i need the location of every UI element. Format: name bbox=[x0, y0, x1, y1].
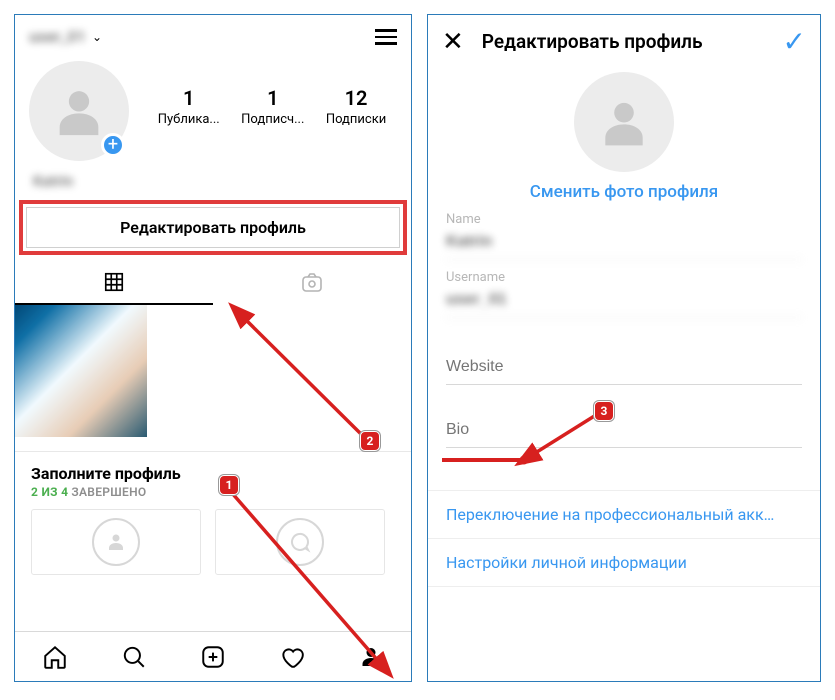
personal-info-link[interactable]: Настройки личной информации bbox=[428, 539, 820, 587]
chevron-down-icon: ⌄ bbox=[92, 30, 102, 44]
completion-count: 2 ИЗ 4 bbox=[31, 485, 68, 499]
username-field[interactable] bbox=[446, 285, 802, 318]
bottom-nav bbox=[15, 631, 411, 681]
completion-title: Заполните профиль bbox=[31, 464, 395, 483]
change-photo-link[interactable]: Сменить фото профиля bbox=[428, 182, 820, 202]
edit-header: ✕ Редактировать профиль ✓ bbox=[428, 15, 820, 66]
post-thumbnail[interactable] bbox=[15, 305, 147, 437]
close-icon[interactable]: ✕ bbox=[442, 29, 464, 55]
tab-tagged[interactable] bbox=[213, 261, 411, 305]
search-icon bbox=[121, 644, 147, 670]
tagged-icon bbox=[300, 271, 324, 295]
edit-header-title: Редактировать профиль bbox=[482, 30, 765, 53]
add-story-icon[interactable]: + bbox=[101, 133, 125, 157]
grid-icon bbox=[103, 271, 125, 293]
name-label: Name bbox=[446, 212, 802, 227]
username-label: Username bbox=[446, 270, 802, 285]
heart-icon bbox=[279, 644, 305, 670]
username-switcher[interactable]: user_01 ⌄ bbox=[29, 27, 102, 46]
stat-followers[interactable]: 1 Подписч... bbox=[241, 86, 304, 127]
profile-icon bbox=[359, 645, 383, 669]
profile-screen: user_01 ⌄ + 1 Публика... 1 Подписч... 12… bbox=[14, 14, 412, 682]
nav-home[interactable] bbox=[15, 632, 94, 681]
suggestion-card[interactable] bbox=[215, 509, 385, 575]
stat-following[interactable]: 12 Подписки bbox=[326, 86, 386, 127]
name-field[interactable] bbox=[446, 227, 802, 260]
annotation-badge-1: 1 bbox=[219, 475, 239, 495]
profile-completion: Заполните профиль 2 ИЗ 4 ЗАВЕРШЕНО bbox=[15, 451, 411, 585]
person-icon bbox=[104, 530, 128, 554]
edit-avatar[interactable] bbox=[574, 72, 674, 172]
switch-pro-link[interactable]: Переключение на профессиональный акк… bbox=[428, 490, 820, 539]
annotation-badge-3: 3 bbox=[594, 401, 614, 421]
profile-header: user_01 ⌄ bbox=[15, 15, 411, 55]
display-name: Katrin bbox=[33, 172, 73, 190]
edit-profile-screen: ✕ Редактировать профиль ✓ Сменить фото п… bbox=[427, 14, 821, 682]
completion-label: ЗАВЕРШЕНО bbox=[71, 485, 146, 499]
create-icon bbox=[200, 644, 226, 670]
annotation-badge-2: 2 bbox=[360, 431, 380, 451]
person-icon bbox=[50, 82, 108, 140]
suggestion-card[interactable] bbox=[31, 509, 201, 575]
nav-search[interactable] bbox=[94, 632, 173, 681]
chat-icon bbox=[288, 530, 312, 554]
nav-activity[interactable] bbox=[253, 632, 332, 681]
tab-grid[interactable] bbox=[15, 261, 213, 305]
menu-icon[interactable] bbox=[375, 25, 397, 49]
posts-grid bbox=[15, 305, 411, 437]
person-icon bbox=[596, 94, 652, 150]
profile-tabs bbox=[15, 261, 411, 305]
home-icon bbox=[42, 644, 68, 670]
edit-profile-highlight: Редактировать профиль bbox=[19, 200, 407, 255]
bio-field[interactable] bbox=[446, 415, 802, 448]
website-field[interactable] bbox=[446, 352, 802, 385]
edit-profile-button[interactable]: Редактировать профиль bbox=[26, 207, 400, 248]
nav-create[interactable] bbox=[173, 632, 252, 681]
nav-profile[interactable] bbox=[332, 632, 411, 681]
username: user_01 bbox=[29, 27, 86, 46]
stat-posts[interactable]: 1 Публика... bbox=[158, 86, 220, 127]
settings-links: Переключение на профессиональный акк… На… bbox=[428, 490, 820, 587]
avatar[interactable]: + bbox=[29, 61, 129, 161]
confirm-icon[interactable]: ✓ bbox=[783, 25, 806, 58]
